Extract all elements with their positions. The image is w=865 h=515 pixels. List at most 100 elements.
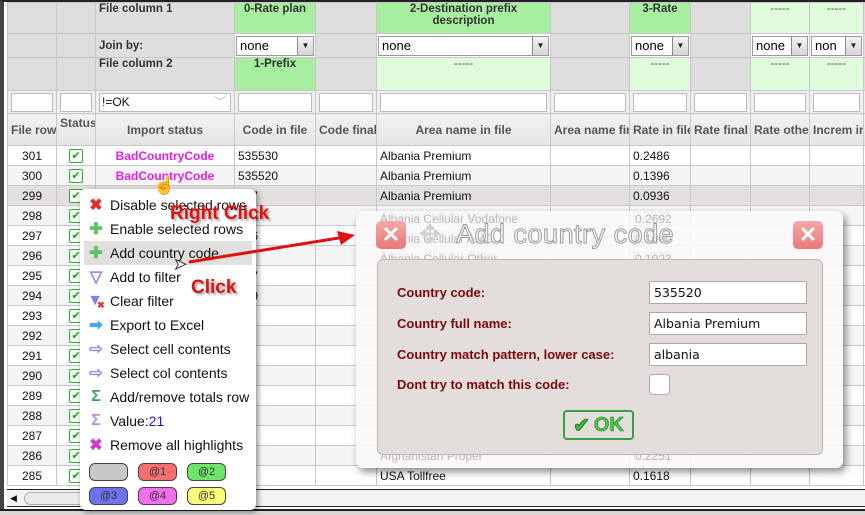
- file-row-cell[interactable]: 291: [7, 345, 57, 366]
- file-row-cell[interactable]: 285: [7, 465, 57, 486]
- col-header-rate-in-file[interactable]: Rate in file: [629, 113, 691, 146]
- increm-cell[interactable]: [809, 145, 864, 166]
- dropdown-arrow-icon[interactable]: ▼: [532, 36, 548, 55]
- rate-final-cell[interactable]: [690, 185, 751, 206]
- rate-in-file-cell[interactable]: 0.2486: [629, 145, 691, 166]
- status-checkbox-icon[interactable]: ✔: [69, 168, 83, 183]
- status-checkbox-icon[interactable]: ✔: [69, 148, 83, 163]
- fc2-col-2[interactable]: -----: [629, 57, 691, 91]
- area-in-file-cell[interactable]: USA Tollfree: [376, 465, 551, 486]
- menu-item-remove-highlights[interactable]: ✖ Remove all highlights: [80, 433, 256, 457]
- file-row-cell[interactable]: 292: [7, 325, 57, 346]
- fc1-col-2[interactable]: 3-Rate: [629, 2, 691, 34]
- filter-rate-other[interactable]: [754, 92, 806, 112]
- fc2-col-4[interactable]: -----: [809, 57, 864, 91]
- move-icon[interactable]: ✥: [416, 220, 444, 248]
- join-select-3[interactable]: none ▼: [750, 33, 810, 58]
- increm-cell[interactable]: [809, 165, 864, 186]
- fc1-col-3[interactable]: -----: [750, 2, 810, 34]
- highlight-swatch[interactable]: @1: [138, 463, 177, 481]
- area-final-cell[interactable]: [550, 465, 630, 486]
- menu-item-select-cell[interactable]: ⇨ Select cell contents: [80, 337, 256, 361]
- code-final-cell[interactable]: [315, 185, 377, 206]
- menu-item-totals-row[interactable]: Σ Add/remove totals row: [80, 385, 256, 409]
- file-row-cell[interactable]: 300: [7, 165, 57, 186]
- col-header-import-status[interactable]: Import status: [95, 113, 235, 146]
- menu-item-select-col[interactable]: ⇨ Select col contents: [80, 361, 256, 385]
- area-final-cell[interactable]: [550, 165, 630, 186]
- dropdown-arrow-icon[interactable]: ▼: [672, 36, 688, 55]
- highlight-swatch[interactable]: @4: [138, 487, 177, 505]
- join-select-4[interactable]: non ▼: [809, 33, 864, 58]
- import-status-cell[interactable]: BadCountryCode: [95, 145, 235, 166]
- highlight-swatch[interactable]: @2: [187, 463, 226, 481]
- area-in-file-cell[interactable]: Albania Premium: [376, 185, 551, 206]
- col-header-file-row[interactable]: File row: [7, 113, 57, 146]
- join-select-2[interactable]: none ▼: [629, 33, 691, 58]
- rate-final-cell[interactable]: [690, 145, 751, 166]
- code-in-file-cell[interactable]: 535530: [234, 145, 316, 166]
- file-row-cell[interactable]: 286: [7, 445, 57, 466]
- col-header-increm[interactable]: Increm in file: [809, 113, 864, 146]
- highlight-swatch[interactable]: @3: [89, 487, 128, 505]
- filter-code-in-file[interactable]: [238, 92, 312, 112]
- fc1-col-1[interactable]: 2-Destination prefix description: [376, 2, 551, 34]
- area-in-file-cell[interactable]: Albania Premium: [376, 165, 551, 186]
- filter-area-in-file[interactable]: [380, 92, 547, 112]
- full-name-input[interactable]: Albania Premium: [649, 311, 807, 335]
- dont-match-checkbox[interactable]: [649, 373, 670, 395]
- area-final-cell[interactable]: [550, 145, 630, 166]
- join-select-1[interactable]: none ▼: [376, 33, 551, 58]
- fc2-col-3[interactable]: -----: [750, 57, 810, 91]
- rate-in-file-cell[interactable]: 0.0936: [629, 185, 691, 206]
- filter-increm[interactable]: [813, 92, 860, 112]
- table-row[interactable]: 300 ✔ BadCountryCode 535520 Albania Premium 0…: [7, 165, 865, 186]
- match-pattern-input[interactable]: albania: [649, 342, 807, 366]
- fc1-col-0[interactable]: 0-Rate plan: [234, 2, 316, 34]
- highlight-swatch[interactable]: @5: [187, 487, 226, 505]
- area-final-cell[interactable]: [550, 185, 630, 206]
- scroll-left-arrow-icon[interactable]: ◀: [10, 492, 22, 505]
- filter-code-final[interactable]: [319, 92, 373, 112]
- col-header-rate-other[interactable]: Rate other: [750, 113, 810, 146]
- rate-other-cell[interactable]: [750, 165, 810, 186]
- rate-other-cell[interactable]: [750, 185, 810, 206]
- col-header-rate-final[interactable]: Rate final: [690, 113, 751, 146]
- filter-rate-in-file[interactable]: [633, 92, 687, 112]
- fc1-col-4[interactable]: -----: [809, 2, 864, 34]
- ok-button[interactable]: ✔ OK: [563, 410, 634, 440]
- dropdown-arrow-icon[interactable]: ▼: [845, 36, 861, 55]
- file-row-cell[interactable]: 288: [7, 405, 57, 426]
- area-in-file-cell[interactable]: Albania Premium: [376, 145, 551, 166]
- highlight-swatch[interactable]: [89, 463, 128, 481]
- status-cell[interactable]: ✔: [56, 145, 96, 166]
- close-icon[interactable]: ✕: [376, 221, 406, 249]
- filter-rate-final[interactable]: [694, 92, 747, 112]
- file-row-cell[interactable]: 294: [7, 285, 57, 306]
- increm-cell[interactable]: [809, 465, 864, 486]
- file-row-cell[interactable]: 290: [7, 365, 57, 386]
- file-row-cell[interactable]: 287: [7, 425, 57, 446]
- file-row-cell[interactable]: 289: [7, 385, 57, 406]
- code-in-file-cell[interactable]: 535520: [234, 165, 316, 186]
- dropdown-arrow-icon[interactable]: ▼: [297, 36, 313, 55]
- country-code-input[interactable]: 535520: [649, 280, 807, 304]
- code-final-cell[interactable]: [315, 145, 377, 166]
- rate-other-cell[interactable]: [750, 145, 810, 166]
- chevron-down-icon[interactable]: ﹀: [214, 94, 226, 111]
- col-header-area-in-file[interactable]: Area name in file: [376, 113, 551, 146]
- col-header-code-in-file[interactable]: Code in file: [234, 113, 316, 146]
- file-row-cell[interactable]: 296: [7, 245, 57, 266]
- rate-in-file-cell[interactable]: 0.1618: [629, 465, 691, 486]
- rate-final-cell[interactable]: [690, 465, 751, 486]
- col-header-code-final[interactable]: Code final: [315, 113, 377, 146]
- file-row-cell[interactable]: 295: [7, 265, 57, 286]
- fc2-col-1[interactable]: -----: [376, 57, 551, 91]
- increm-cell[interactable]: [809, 185, 864, 206]
- rate-in-file-cell[interactable]: 0.1396: [629, 165, 691, 186]
- fc2-col-0[interactable]: 1-Prefix: [234, 57, 316, 91]
- status-cell[interactable]: ✔: [56, 165, 96, 186]
- code-final-cell[interactable]: [315, 465, 377, 486]
- file-row-cell[interactable]: 293: [7, 305, 57, 326]
- menu-item-value[interactable]: Σ Value: 21: [80, 409, 256, 433]
